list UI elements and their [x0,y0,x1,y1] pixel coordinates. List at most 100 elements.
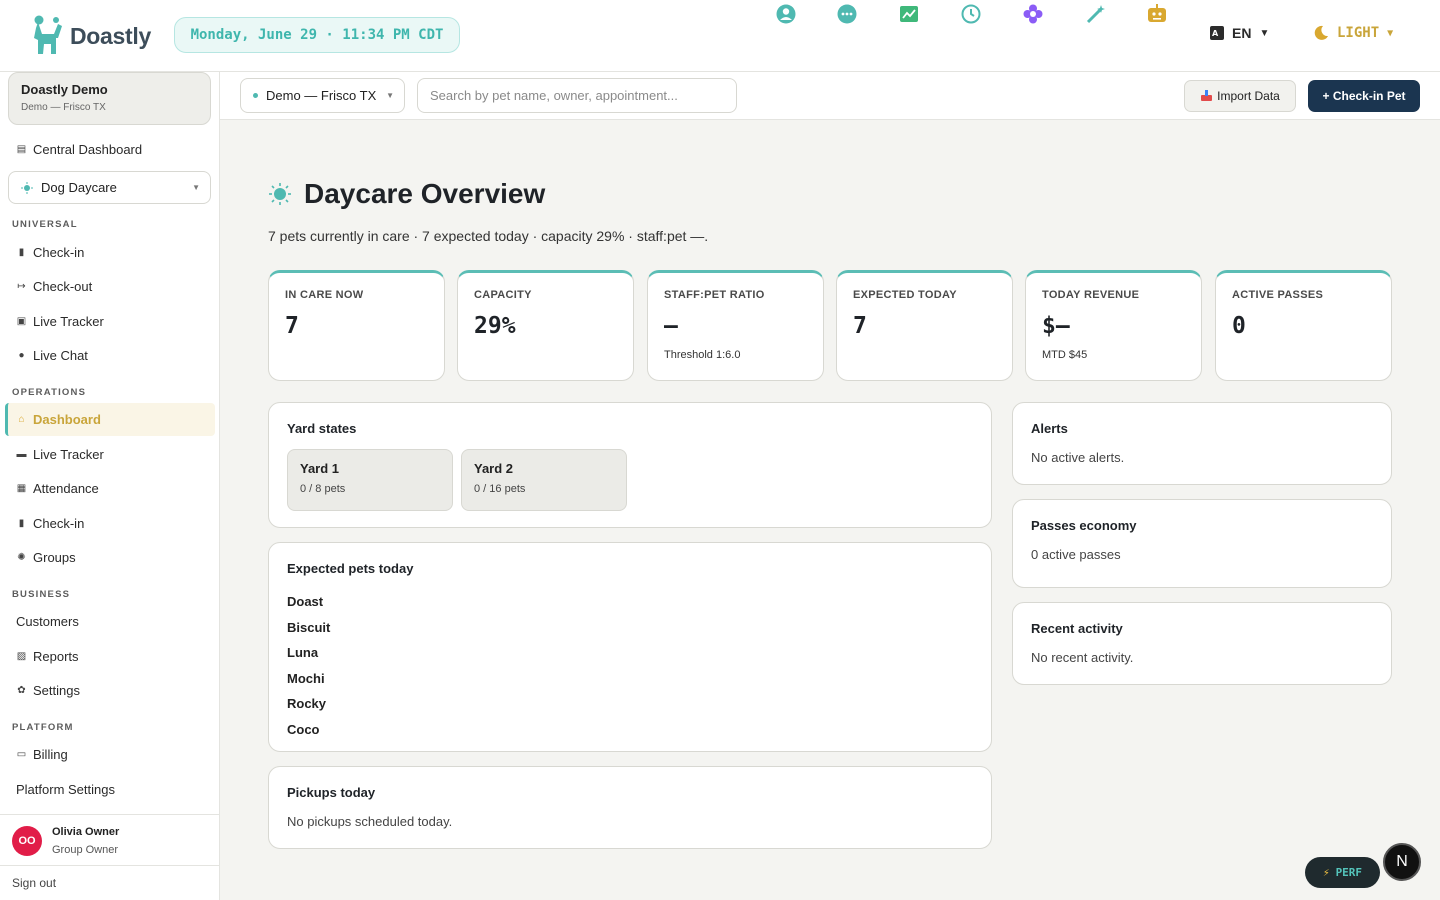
user-name: Olivia Owner [52,826,120,838]
stat-card-in-care: IN CARE NOW 7 [268,270,445,381]
credit-card-icon: ▭ [16,749,27,760]
brand-logo[interactable]: Doastly [30,14,151,58]
list-item[interactable]: Doast [287,589,973,615]
chat-icon[interactable] [833,0,861,28]
pet-list: Doast Biscuit Luna Mochi Rocky Coco [287,589,973,743]
page-subtitle: 7 pets currently in care · 7 expected to… [268,228,709,244]
sun-icon [21,181,33,194]
clipboard-icon: ▮ [18,518,25,529]
monitor-icon: ▬ [16,449,27,460]
stat-card-expected: EXPECTED TODAY 7 [836,270,1013,381]
org-location: Demo — Frisco TX [21,102,106,113]
sign-out-link[interactable]: Sign out [12,876,56,890]
exit-icon: ↦ [17,281,26,292]
theme-selector[interactable]: LIGHT ▼ [1313,25,1393,41]
import-data-button[interactable]: Import Data [1184,80,1296,112]
caret-down-icon: ▼ [1259,27,1270,39]
recent-activity-panel: Recent activity No recent activity. [1012,602,1392,685]
sidebar-item-settings[interactable]: ✿ Settings [16,683,80,698]
magic-wand-icon[interactable] [1082,0,1110,28]
perf-button[interactable]: ⚡ PERF [1305,857,1380,888]
section-operations: OPERATIONS [12,387,87,398]
user-circle-icon[interactable] [772,0,800,28]
sidebar-item-dashboard[interactable]: ⌂ Dashboard [16,412,100,427]
search-input[interactable] [417,78,737,113]
sun-icon [269,183,291,205]
section-business: BUSINESS [12,589,71,600]
home-icon: ⌂ [18,414,25,425]
lightning-icon: ⚡ [1322,866,1330,879]
section-universal: UNIVERSAL [12,219,78,230]
moon-icon [1314,25,1328,40]
toolbar: Demo — Frisco TX ▼ Import Data + Check-i… [220,72,1440,120]
yard-card[interactable]: Yard 1 0 / 8 pets [287,449,453,511]
org-card[interactable]: Doastly Demo Demo — Frisco TX [8,72,211,125]
user-role: Group Owner [52,844,119,856]
monitor-icon: ▣ [16,316,27,327]
caret-down-icon: ▼ [192,183,200,192]
image-icon: ▨ [16,651,27,662]
next-dev-badge[interactable]: N [1383,843,1421,881]
datetime-display: Monday, June 29 · 11:34 PM CDT [174,17,460,53]
main-content: Daycare Overview 7 pets currently in car… [220,120,1440,900]
stat-card-capacity: CAPACITY 29% [457,270,634,381]
sidebar-item-reports[interactable]: ▨ Reports [16,649,79,664]
list-item[interactable]: Luna [287,640,973,666]
sidebar-item-groups[interactable]: ✺ Groups [16,550,75,565]
calendar-icon: ▦ [16,483,27,494]
section-platform: PLATFORM [12,722,74,733]
sidebar-item-ops-live-tracker[interactable]: ▬ Live Tracker [16,447,104,462]
brand-name: Doastly [70,22,151,49]
stat-card-passes: ACTIVE PASSES 0 [1215,270,1392,381]
sidebar-item-customers[interactable]: Customers [16,614,79,629]
chart-icon[interactable] [895,0,923,28]
yard-card[interactable]: Yard 2 0 / 16 pets [461,449,627,511]
robot-icon[interactable] [1143,0,1171,28]
sidebar-item-check-in[interactable]: ▮ Check-in [16,245,85,260]
sidebar-item-platform-settings[interactable]: Platform Settings [16,782,115,797]
svg-text:A: A [1212,29,1219,38]
page-title: Daycare Overview [268,178,545,210]
language-selector[interactable]: A EN ▼ [1210,25,1269,41]
stat-card-staff-ratio: STAFF:PET RATIO – Threshold 1:6.0 [647,270,824,381]
import-icon [1201,90,1213,101]
module-select[interactable]: Dog Daycare ▼ [8,171,211,204]
gear-icon: ✿ [17,685,26,696]
translate-icon: A [1210,26,1224,40]
clipboard-icon: ▮ [18,247,25,258]
sidebar: Doastly Demo Demo — Frisco TX ▤ Central … [0,72,220,900]
flower-icon[interactable] [1019,0,1047,28]
theme-label: LIGHT [1337,25,1380,41]
language-label: EN [1232,25,1252,41]
sidebar-item-attendance[interactable]: ▦ Attendance [16,481,99,496]
org-name: Doastly Demo [21,82,108,97]
sidebar-item-central-dashboard[interactable]: ▤ Central Dashboard [16,142,142,157]
expected-pets-panel: Expected pets today Doast Biscuit Luna M… [268,542,992,752]
list-item[interactable]: Biscuit [287,615,973,641]
avatar: OO [12,826,42,856]
sidebar-item-live-chat[interactable]: ● Live Chat [16,348,87,363]
sidebar-item-ops-check-in[interactable]: ▮ Check-in [16,516,85,531]
sidebar-item-check-out[interactable]: ↦ Check-out [16,279,92,294]
sun-icon: ✺ [17,552,26,563]
chat-bubble-icon: ● [18,350,25,361]
dashboard-icon: ▤ [16,144,27,155]
stat-card-revenue: TODAY REVENUE $– MTD $45 [1025,270,1202,381]
check-in-pet-button[interactable]: + Check-in Pet [1308,80,1420,112]
yard-states-panel: Yard states Yard 1 0 / 8 pets Yard 2 0 /… [268,402,992,528]
user-profile[interactable]: OO Olivia Owner Group Owner [0,814,219,866]
passes-economy-panel: Passes economy 0 active passes [1012,499,1392,588]
list-item[interactable]: Mochi [287,666,973,692]
list-item[interactable]: Coco [287,717,973,743]
status-dot [253,93,258,98]
caret-down-icon: ▼ [1387,27,1394,39]
clock-icon[interactable] [957,0,985,28]
location-select[interactable]: Demo — Frisco TX ▼ [240,78,405,113]
sidebar-item-live-tracker[interactable]: ▣ Live Tracker [16,314,104,329]
sidebar-item-billing[interactable]: ▭ Billing [16,747,68,762]
dog-logo-icon [34,15,62,54]
alerts-panel: Alerts No active alerts. [1012,402,1392,485]
list-item[interactable]: Rocky [287,691,973,717]
page-heading: Daycare Overview [304,178,546,209]
pickups-panel: Pickups today No pickups scheduled today… [268,766,992,849]
